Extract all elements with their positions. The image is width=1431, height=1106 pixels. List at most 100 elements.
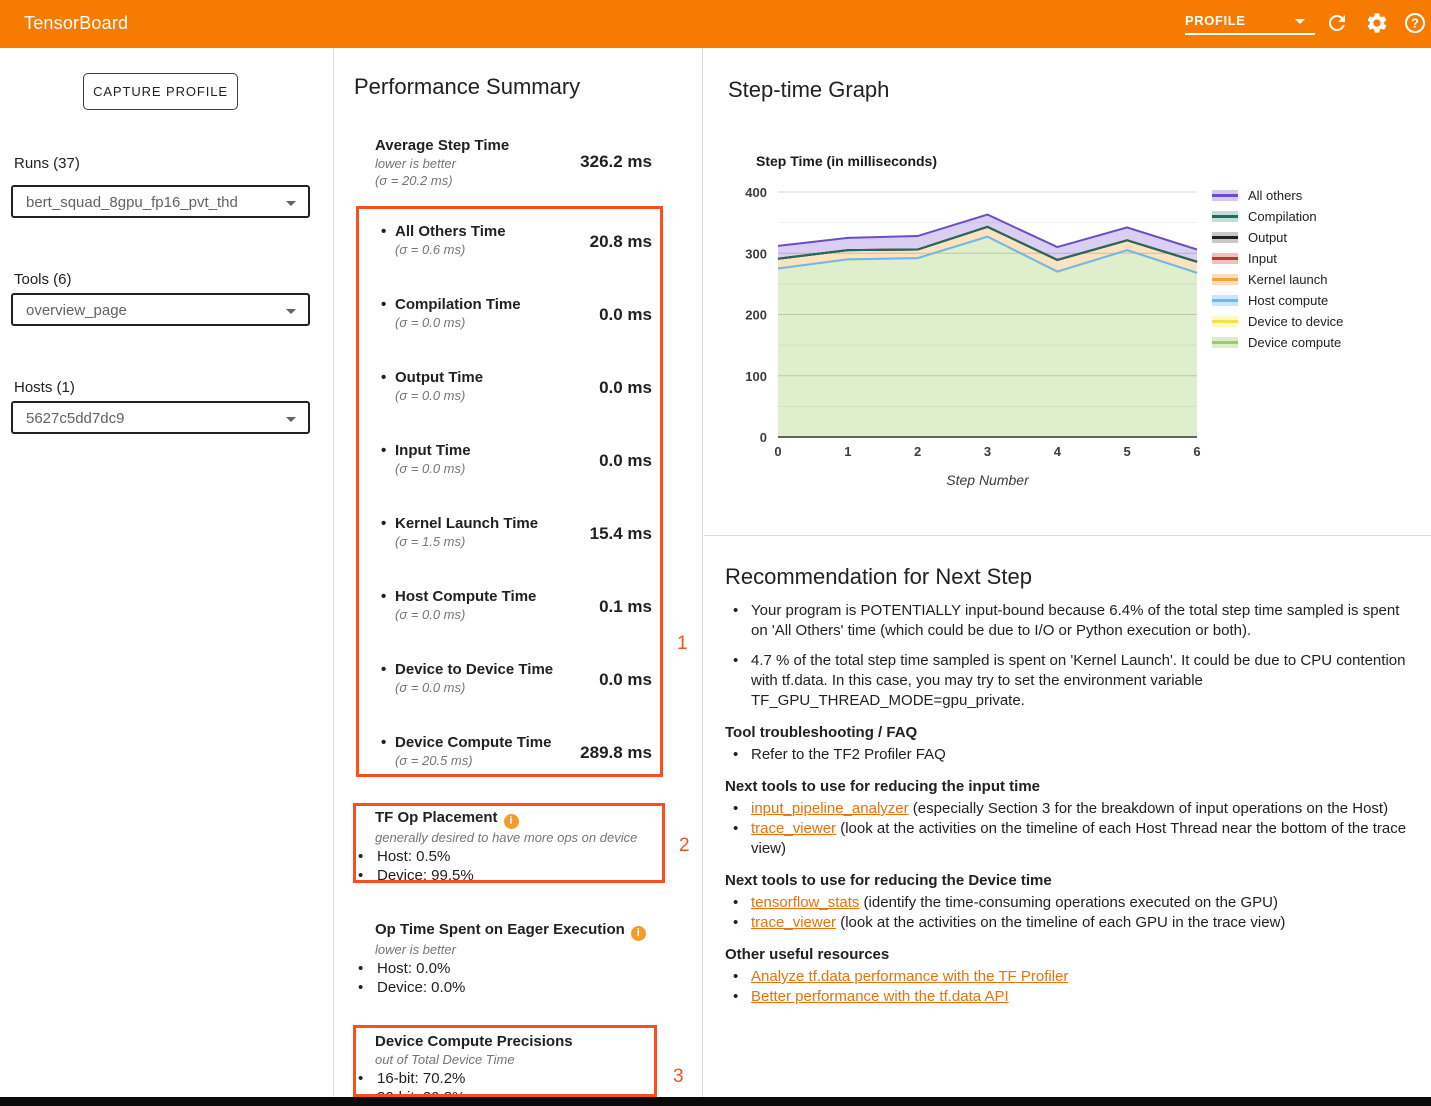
resource-link[interactable]: Analyze tf.data performance with the TF … xyxy=(751,968,1068,985)
legend-label: Input xyxy=(1248,251,1277,266)
legend-label: All others xyxy=(1248,188,1302,203)
tool-link[interactable]: trace_viewer xyxy=(751,820,836,837)
metric-name: Average Step Time xyxy=(375,136,702,155)
dashboard-selected-label: PROFILE xyxy=(1185,13,1246,28)
annotation-label-1: 1 xyxy=(677,633,688,655)
section-divider xyxy=(704,535,1431,536)
step-time-chart-wrap: 01002003004000123456Step Time (in millis… xyxy=(740,150,1210,500)
resource-link[interactable]: Better performance with the tf.data API xyxy=(751,988,1009,1005)
annotation-label-2: 2 xyxy=(679,835,690,857)
sidebar: CAPTURE PROFILE Runs (37) bert_squad_8gp… xyxy=(0,48,334,1106)
chevron-down-icon xyxy=(1295,19,1305,24)
rec-item: Analyze tf.data performance with the TF … xyxy=(725,967,1417,987)
hosts-select[interactable]: 5627c5dd7dc9 xyxy=(11,401,310,434)
rec-item: input_pipeline_analyzer (especially Sect… xyxy=(725,799,1417,819)
rec-list: tensorflow_stats (identify the time-cons… xyxy=(725,893,1417,933)
section-title: Op Time Spent on Eager Execution xyxy=(375,920,702,941)
hosts-label: Hosts (1) xyxy=(14,379,75,396)
annotation-box-2 xyxy=(353,803,665,883)
annotation-box-1 xyxy=(356,206,663,777)
runs-select[interactable]: bert_squad_8gpu_fp16_pvt_thd xyxy=(11,185,310,218)
y-tick-label: 0 xyxy=(760,430,767,445)
series-fill-device-compute xyxy=(778,237,1197,437)
legend-swatch xyxy=(1212,232,1238,243)
rec-item-text: (identify the time-consuming operations … xyxy=(859,894,1278,911)
rec-item: Better performance with the tf.data API xyxy=(725,987,1417,1007)
legend-swatch xyxy=(1212,316,1238,327)
chevron-down-icon xyxy=(286,417,296,422)
gear-icon[interactable] xyxy=(1365,11,1389,35)
legend-line xyxy=(1212,236,1238,239)
chevron-down-icon xyxy=(286,309,296,314)
rec-section-heading: Tool troubleshooting / FAQ xyxy=(725,723,1417,743)
legend-item-input: Input xyxy=(1212,252,1343,264)
x-tick-label: 2 xyxy=(914,444,921,459)
legend-label: Output xyxy=(1248,230,1287,245)
rec-section-heading: Next tools to use for reducing the input… xyxy=(725,777,1417,797)
legend-swatch xyxy=(1212,295,1238,306)
legend-item-all-others: All others xyxy=(1212,189,1343,201)
legend-item-compilation: Compilation xyxy=(1212,210,1343,222)
rec-list: input_pipeline_analyzer (especially Sect… xyxy=(725,799,1417,859)
rec-section-heading: Next tools to use for reducing the Devic… xyxy=(725,871,1417,891)
runs-label: Runs (37) xyxy=(14,155,80,172)
capture-profile-button[interactable]: CAPTURE PROFILE xyxy=(83,73,238,110)
section-subtitle: lower is better xyxy=(375,941,702,959)
legend-item-kernel-launch: Kernel launch xyxy=(1212,273,1343,285)
rec-item: trace_viewer (look at the activities on … xyxy=(725,819,1417,859)
x-tick-label: 3 xyxy=(984,444,991,459)
tools-select-value: overview_page xyxy=(26,302,127,319)
step-time-panel: Step-time Graph 01002003004000123456Step… xyxy=(704,48,1431,1106)
chevron-down-icon xyxy=(286,201,296,206)
tool-link[interactable]: input_pipeline_analyzer xyxy=(751,800,909,817)
legend-line xyxy=(1212,341,1238,344)
x-tick-label: 0 xyxy=(774,444,781,459)
help-icon[interactable]: ? xyxy=(1403,11,1427,35)
legend-line xyxy=(1212,299,1238,302)
metric-value: 326.2 ms xyxy=(580,152,652,172)
x-tick-label: 4 xyxy=(1054,444,1062,459)
legend-line xyxy=(1212,278,1238,281)
tool-link[interactable]: trace_viewer xyxy=(751,914,836,931)
legend-item-device-to-device: Device to device xyxy=(1212,315,1343,327)
info-icon[interactable] xyxy=(631,926,646,941)
legend-line xyxy=(1212,320,1238,323)
metric-sigma: (σ = 20.2 ms) xyxy=(375,172,702,189)
section-item: Device: 0.0% xyxy=(377,978,702,997)
rec-item: Refer to the TF2 Profiler FAQ xyxy=(725,745,1417,765)
y-tick-label: 400 xyxy=(745,185,767,200)
legend-item-device-compute: Device compute xyxy=(1212,336,1343,348)
eager-execution-section: Op Time Spent on Eager Execution lower i… xyxy=(334,920,702,997)
app-header: TensorBoard PROFILE ? xyxy=(0,0,1431,48)
legend-item-output: Output xyxy=(1212,231,1343,243)
next-section-edge xyxy=(0,1097,1431,1106)
rec-list: Refer to the TF2 Profiler FAQ xyxy=(725,745,1417,765)
performance-summary-title: Performance Summary xyxy=(354,74,580,100)
legend-swatch xyxy=(1212,211,1238,222)
legend-item-host-compute: Host compute xyxy=(1212,294,1343,306)
rec-section-heading: Other useful resources xyxy=(725,945,1417,965)
rec-item-text: (look at the activities on the timeline … xyxy=(751,820,1406,857)
chart-title: Step Time (in milliseconds) xyxy=(756,153,937,169)
dashboard-selector[interactable]: PROFILE xyxy=(1185,12,1315,36)
tools-select[interactable]: overview_page xyxy=(11,293,310,326)
x-tick-label: 6 xyxy=(1193,444,1200,459)
recommendation-bullet: 4.7 % of the total step time sampled is … xyxy=(725,651,1417,711)
tool-link[interactable]: tensorflow_stats xyxy=(751,894,859,911)
app-title: TensorBoard xyxy=(24,13,128,34)
legend-line xyxy=(1212,194,1238,197)
recommendation-section: Recommendation for Next Step Your progra… xyxy=(725,563,1417,1007)
legend-line xyxy=(1212,215,1238,218)
rec-list: Analyze tf.data performance with the TF … xyxy=(725,967,1417,1007)
y-tick-label: 100 xyxy=(745,369,767,384)
recommendation-title: Recommendation for Next Step xyxy=(725,563,1417,591)
chart-legend: All others Compilation Output Input Kernel l… xyxy=(1212,189,1343,357)
refresh-icon[interactable] xyxy=(1325,11,1349,35)
step-time-graph-title: Step-time Graph xyxy=(728,77,889,103)
legend-label: Device to device xyxy=(1248,314,1343,329)
svg-text:?: ? xyxy=(1411,16,1419,31)
section-item: Host: 0.0% xyxy=(377,959,702,978)
step-time-chart[interactable]: 01002003004000123456Step Time (in millis… xyxy=(740,150,1210,500)
legend-label: Host compute xyxy=(1248,293,1328,308)
legend-swatch xyxy=(1212,253,1238,264)
